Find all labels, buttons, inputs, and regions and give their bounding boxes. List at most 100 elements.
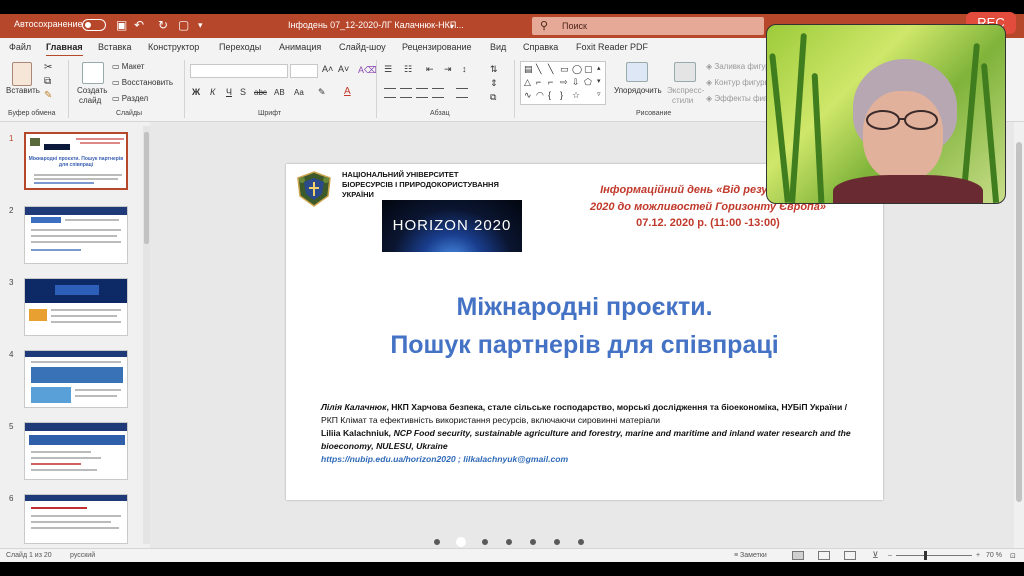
page-dot-active[interactable]	[456, 537, 466, 547]
triangle-shape-icon[interactable]: △	[524, 77, 531, 88]
title-dropdown-icon[interactable]: ▾	[450, 20, 454, 34]
shapes-gallery[interactable]: ▤ ╲ ╲ ▭ ◯ ▢ △ ⌐ ⌐ ⇨ ⇩ ⬠ ∿ ◠ { } ☆ ▴ ▾ ▿	[520, 61, 606, 105]
tab-view[interactable]: Вид	[490, 42, 506, 52]
tab-home[interactable]: Главная	[46, 42, 83, 57]
arrow-down-shape-icon[interactable]: ⇩	[572, 77, 580, 88]
reading-view-icon[interactable]	[844, 551, 856, 560]
slideshow-view-icon[interactable]: ⊻	[872, 550, 879, 561]
oval-shape-icon[interactable]: ◯	[572, 64, 582, 75]
line-spacing-icon[interactable]: ↕	[462, 64, 467, 74]
format-painter-icon[interactable]: ✎	[44, 90, 52, 101]
save-icon[interactable]: ▣	[116, 18, 127, 32]
grow-font-icon[interactable]: A˄	[322, 64, 333, 74]
autosave-toggle[interactable]	[82, 19, 106, 31]
arrange-label[interactable]: Упорядочить	[614, 86, 662, 95]
quick-styles-icon[interactable]	[674, 62, 696, 82]
new-slide-icon[interactable]	[82, 62, 104, 84]
curve-shape-icon[interactable]: ∿	[524, 90, 532, 101]
highlight-icon[interactable]: ✎	[318, 87, 326, 98]
brace-left-shape-icon[interactable]: {	[548, 90, 551, 100]
new-slide-label-1[interactable]: Создать	[77, 86, 107, 95]
bold-button[interactable]: Ж	[192, 87, 200, 97]
gallery-up-icon[interactable]: ▴	[597, 64, 601, 72]
gallery-more-icon[interactable]: ▿	[597, 90, 601, 98]
font-name-box[interactable]	[190, 64, 288, 78]
tab-animations[interactable]: Анимация	[279, 42, 321, 52]
reset-button[interactable]: ▭ Восстановить	[112, 78, 173, 87]
shrink-font-icon[interactable]: A˅	[338, 64, 349, 74]
text-direction-icon[interactable]: ⇅	[490, 64, 498, 75]
elbow2-shape-icon[interactable]: ⌐	[548, 77, 553, 87]
page-dot[interactable]	[482, 539, 488, 545]
line2-shape-icon[interactable]: ╲	[548, 64, 553, 75]
normal-view-icon[interactable]	[792, 551, 804, 560]
slide-thumbnail-1[interactable]: Міжнародні проєкти. Пошук партнерів для …	[24, 132, 128, 190]
paste-icon[interactable]	[12, 62, 32, 86]
tab-design[interactable]: Конструктор	[148, 42, 199, 52]
shape-outline-button[interactable]: ◈ Контур фигуры	[706, 78, 770, 87]
tab-transitions[interactable]: Переходы	[219, 42, 261, 52]
page-dot[interactable]	[578, 539, 584, 545]
shadow-button[interactable]: S	[240, 87, 246, 97]
rectangle-shape-icon[interactable]: ▭	[560, 64, 569, 75]
increase-indent-icon[interactable]: ⇥	[444, 64, 452, 75]
search-box[interactable]: ⚲ Поиск	[532, 17, 764, 35]
current-slide[interactable]: НАЦІОНАЛЬНИЙ УНІВЕРСИТЕТ БІОРЕСУРСІВ І П…	[286, 164, 883, 500]
tab-review[interactable]: Рецензирование	[402, 42, 472, 52]
tab-help[interactable]: Справка	[523, 42, 558, 52]
star-shape-icon[interactable]: ☆	[572, 90, 580, 101]
slide-thumbnail-3[interactable]	[24, 278, 128, 336]
align-left-icon[interactable]	[384, 88, 396, 98]
align-text-icon[interactable]: ⇕	[490, 78, 498, 89]
case-button[interactable]: Аа	[294, 88, 304, 97]
redo-icon[interactable]: ↻	[158, 18, 168, 32]
arrange-icon[interactable]	[626, 62, 648, 82]
font-size-box[interactable]	[290, 64, 318, 78]
fit-to-window-icon[interactable]: ⊡	[1010, 552, 1016, 560]
page-dot[interactable]	[506, 539, 512, 545]
cut-icon[interactable]: ✂	[44, 62, 52, 73]
zoom-slider-thumb[interactable]	[924, 551, 927, 560]
italic-button[interactable]: К	[210, 87, 215, 97]
elbow-shape-icon[interactable]: ⌐	[536, 77, 541, 87]
notes-button[interactable]: ≡ Заметки	[734, 552, 767, 559]
align-center-icon[interactable]	[400, 88, 412, 98]
zoom-out-icon[interactable]: –	[888, 552, 892, 559]
zoom-in-icon[interactable]: +	[976, 552, 980, 559]
brace-right-shape-icon[interactable]: }	[560, 90, 563, 100]
columns-icon[interactable]	[456, 88, 468, 98]
decrease-indent-icon[interactable]: ⇤	[426, 64, 434, 75]
start-slideshow-icon[interactable]: ▢	[178, 18, 189, 32]
layout-button[interactable]: ▭ Макет	[112, 62, 144, 71]
thumbnails-scrollbar[interactable]	[143, 126, 150, 544]
quick-styles-label-2[interactable]: стили	[672, 96, 693, 105]
strike-button[interactable]: abc	[254, 88, 267, 97]
textbox-shape-icon[interactable]: ▤	[524, 64, 533, 75]
zoom-level[interactable]: 70 %	[986, 552, 1002, 559]
tab-insert[interactable]: Вставка	[98, 42, 131, 52]
arrow-right-shape-icon[interactable]: ⇨	[560, 77, 568, 88]
rounded-rect-shape-icon[interactable]: ▢	[584, 64, 593, 75]
copy-icon[interactable]: ⧉	[44, 76, 51, 87]
page-dot[interactable]	[530, 539, 536, 545]
bullets-icon[interactable]: ☰	[384, 64, 392, 75]
line-shape-icon[interactable]: ╲	[536, 64, 541, 75]
pentagon-shape-icon[interactable]: ⬠	[584, 77, 592, 88]
contact-links[interactable]: https://nubip.edu.ua/horizon2020 ; lilka…	[321, 454, 568, 464]
gallery-down-icon[interactable]: ▾	[597, 77, 601, 85]
slide-thumbnail-6[interactable]	[24, 494, 128, 544]
page-dot[interactable]	[434, 539, 440, 545]
quick-styles-label-1[interactable]: Экспресс-	[667, 86, 704, 95]
thumbnails-scroll-thumb[interactable]	[144, 132, 149, 244]
slide-thumbnail-5[interactable]	[24, 422, 128, 480]
new-slide-label-2[interactable]: слайд	[79, 96, 101, 105]
customize-qat-icon[interactable]: ▾	[198, 18, 203, 32]
align-right-icon[interactable]	[416, 88, 428, 98]
spacing-button[interactable]: АВ	[274, 88, 285, 97]
language-indicator[interactable]: русский	[70, 552, 95, 559]
justify-icon[interactable]	[432, 88, 444, 98]
undo-icon[interactable]: ↶	[134, 18, 144, 32]
underline-button[interactable]: Ч	[226, 87, 232, 97]
vertical-scrollbar[interactable]	[1014, 122, 1024, 548]
font-color-icon[interactable]: A	[344, 86, 351, 97]
